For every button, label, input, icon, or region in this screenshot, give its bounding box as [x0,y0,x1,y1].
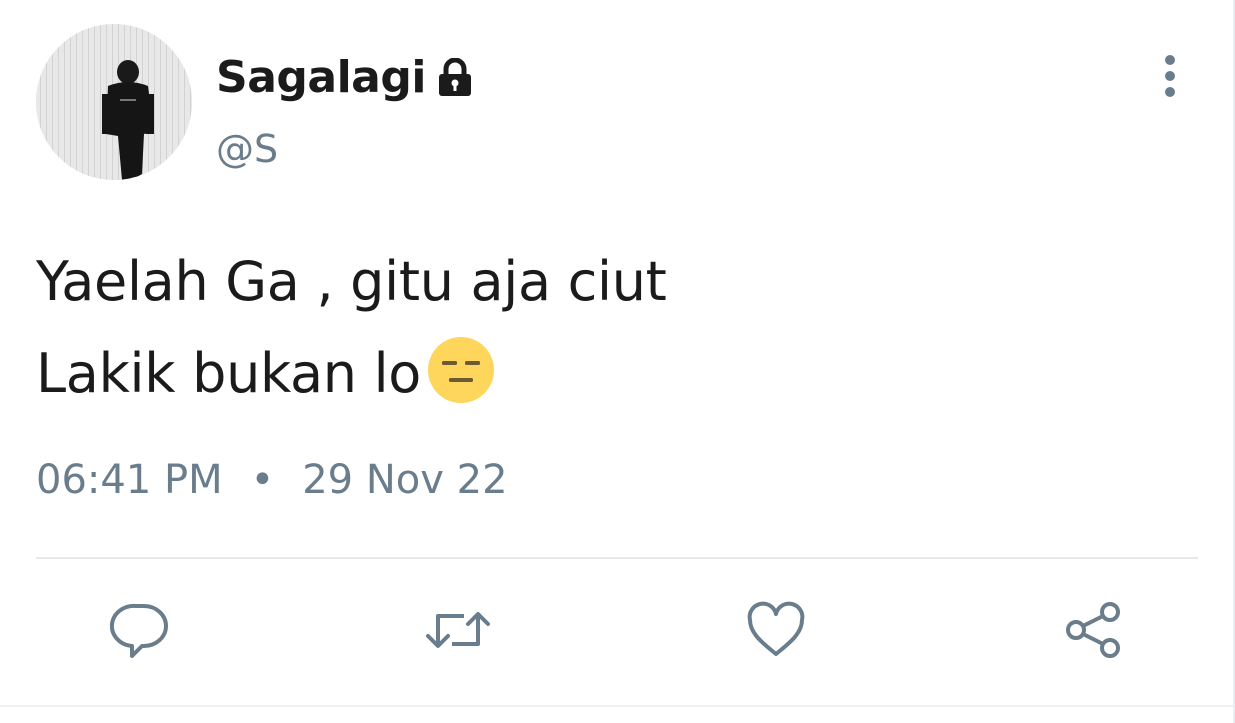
like-icon [747,601,805,656]
divider [36,557,1198,559]
more-vertical-icon [1165,55,1175,97]
share-icon [1066,602,1120,658]
avatar[interactable] [36,24,192,180]
tweet-text: Yaelah Ga , gitu aja ciut Lakik bukan lo [36,236,667,420]
retweet-icon [426,612,490,648]
tweet-timestamp: 06:41 PM • 29 Nov 22 [36,452,508,508]
tweet-time: 06:41 PM [36,457,223,503]
display-name-row: Sagalagi [216,50,474,106]
lock-icon [436,57,474,98]
tweet-line-1: Yaelah Ga , gitu aja ciut [36,250,667,313]
tweet-card: Sagalagi @S Yaelah Ga , gitu aja ciut La… [0,0,1235,723]
separator-dot: • [250,457,275,503]
avatar-photo [36,24,192,180]
tweet-line-2: Lakik bukan lo [36,342,422,405]
share-button[interactable] [1062,598,1126,662]
tweet-date: 29 Nov 22 [302,457,508,503]
tweet-line-2-wrap: Lakik bukan lo [36,328,667,420]
user-handle[interactable]: @S [216,130,278,168]
reply-button[interactable] [108,598,172,662]
display-name[interactable]: Sagalagi [216,56,426,100]
expressionless-face-emoji [427,336,495,404]
more-options-button[interactable] [1152,52,1188,100]
retweet-button[interactable] [424,598,490,662]
like-button[interactable] [744,598,808,662]
bottom-divider [0,705,1235,707]
reply-icon [109,603,168,658]
